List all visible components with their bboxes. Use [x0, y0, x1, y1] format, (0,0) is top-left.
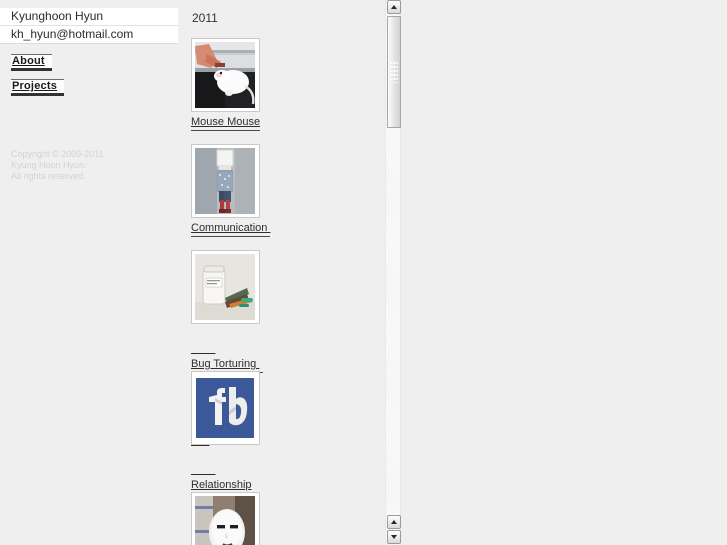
thumb-white-mask-image [195, 496, 255, 545]
thumb-communication-image [195, 148, 255, 214]
nav-row-about: About [11, 53, 185, 78]
thumb-communication[interactable] [191, 144, 260, 218]
project-label-communication[interactable]: Communication [191, 221, 271, 237]
author-email: kh_hyun@hotmail.com [0, 26, 178, 44]
thumb-mouse-mouse-image [195, 42, 255, 108]
thumb-relationship-typeface-image [195, 375, 255, 441]
grip-dots-icon [390, 61, 398, 83]
thumb-bug-torturing-objects[interactable] [191, 250, 260, 324]
copyright-line-1: Copyright © 2009-2011 [11, 149, 104, 159]
scroll-up-button[interactable] [387, 0, 401, 14]
copyright-line-2: Kyung Hoon Hyun. [11, 160, 87, 170]
scroll-down-button[interactable] [387, 530, 401, 544]
nav-row-projects: Projects [11, 78, 185, 103]
chevron-up-icon [391, 520, 397, 524]
list-item: Communication [191, 144, 281, 237]
sidebar: Kyunghoon Hyun kh_hyun@hotmail.com About… [0, 0, 185, 545]
sidebar-nav: About Projects [0, 53, 185, 103]
thumb-white-mask[interactable] [191, 492, 260, 545]
list-item [191, 492, 281, 545]
year-heading: 2011 [192, 11, 218, 25]
copyright-block: Copyright © 2009-2011 Kyung Hoon Hyun. A… [11, 149, 104, 182]
copyright-line-3: All rights reserved. [11, 171, 86, 181]
project-column: 2011 Mouse Mouse Communication Bug Tortu… [185, 0, 381, 545]
project-label-mouse-mouse[interactable]: Mouse Mouse [191, 115, 261, 131]
scrollbar-thumb[interactable] [387, 16, 401, 128]
sidebar-item-projects[interactable]: Projects [11, 79, 65, 96]
vertical-scrollbar[interactable] [385, 0, 401, 545]
sidebar-item-about[interactable]: About [11, 54, 52, 71]
empty-right-pane [401, 0, 727, 545]
thumb-mouse-mouse[interactable] [191, 38, 260, 112]
author-name: Kyunghoon Hyun [0, 8, 178, 26]
thumb-relationship-typeface[interactable] [191, 371, 260, 445]
chevron-down-icon [391, 535, 397, 539]
scroll-up-button-bottom[interactable] [387, 515, 401, 529]
chevron-up-icon [391, 5, 397, 9]
list-item: Mouse Mouse [191, 38, 281, 131]
thumb-bug-torturing-objects-image [195, 254, 255, 320]
